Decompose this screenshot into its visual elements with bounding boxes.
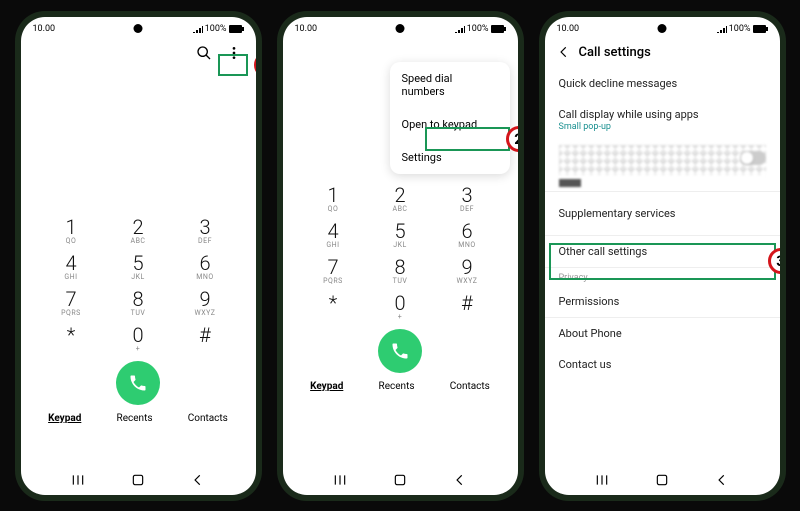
key-4[interactable]: 4GHI — [43, 253, 100, 281]
key-star[interactable]: * — [43, 325, 100, 353]
setting-call-display-label: Call display while using apps — [559, 108, 766, 121]
key-8[interactable]: 8TUV — [110, 289, 167, 317]
battery-text: 100% — [729, 24, 751, 34]
status-time: 10.00 — [33, 24, 56, 34]
page-title: Call settings — [579, 45, 651, 60]
setting-other[interactable]: Other call settings — [545, 236, 780, 267]
nav-back-icon[interactable] — [191, 473, 205, 487]
setting-quick-decline[interactable]: Quick decline messages — [545, 68, 780, 99]
nav-back-icon[interactable] — [715, 473, 729, 487]
battery-icon — [229, 25, 244, 33]
nav-recents-icon[interactable] — [595, 473, 609, 487]
status-icons: 100% — [455, 24, 506, 34]
options-dropdown: Speed dial numbers Open to keypad Settin… — [390, 62, 510, 174]
more-options-icon[interactable] — [226, 45, 242, 61]
key-6[interactable]: 6MNO — [439, 221, 496, 249]
signal-icon — [717, 25, 727, 33]
nav-bar — [21, 467, 256, 495]
setting-about[interactable]: About Phone — [545, 318, 780, 349]
phone-frame-1: 10.00 100% 1QO 2ABC 3DEF 4GHI 5JKL 6MNO … — [15, 11, 262, 501]
key-7[interactable]: 7PQRS — [43, 289, 100, 317]
tab-contacts[interactable]: Contacts — [450, 381, 490, 392]
tab-recents[interactable]: Recents — [379, 381, 415, 392]
redacted-text — [559, 179, 581, 187]
keypad: 1QO 2ABC 3DEF 4GHI 5JKL 6MNO 7PQRS 8TUV … — [21, 207, 256, 353]
status-time: 10.00 — [295, 24, 318, 34]
phone-icon — [390, 341, 410, 361]
nav-bar — [545, 467, 780, 495]
status-bar: 10.00 100% — [283, 17, 518, 37]
phone-frame-3: 10.00 100% Call settings Quick decline m… — [539, 11, 786, 501]
tab-contacts[interactable]: Contacts — [188, 413, 228, 424]
dialer-menu-screen: 10.00 100% Speed dial numbers Open to ke… — [283, 17, 518, 495]
battery-icon — [753, 25, 768, 33]
key-0[interactable]: 0+ — [110, 325, 167, 353]
key-3[interactable]: 3DEF — [439, 185, 496, 213]
toggle-switch[interactable] — [740, 151, 766, 165]
status-bar: 10.00 100% — [21, 17, 256, 37]
setting-permissions[interactable]: Permissions — [545, 286, 780, 317]
menu-speed-dial[interactable]: Speed dial numbers — [390, 62, 510, 108]
key-1[interactable]: 1QO — [305, 185, 362, 213]
key-4[interactable]: 4GHI — [305, 221, 362, 249]
settings-header: Call settings — [545, 37, 780, 68]
key-5[interactable]: 5JKL — [372, 221, 429, 249]
dialer-screen: 10.00 100% 1QO 2ABC 3DEF 4GHI 5JKL 6MNO … — [21, 17, 256, 495]
battery-icon — [491, 25, 506, 33]
keypad: 1QO 2ABC 3DEF 4GHI 5JKL 6MNO 7PQRS 8TUV … — [283, 175, 518, 321]
key-star[interactable]: * — [305, 293, 362, 321]
key-9[interactable]: 9WXYZ — [177, 289, 234, 317]
back-icon[interactable] — [557, 45, 571, 59]
search-icon[interactable] — [196, 45, 212, 61]
setting-call-display-sub: Small pop-up — [559, 122, 766, 132]
battery-text: 100% — [205, 24, 227, 34]
key-2[interactable]: 2ABC — [110, 217, 167, 245]
call-button[interactable] — [116, 361, 160, 405]
phone-frame-2: 10.00 100% Speed dial numbers Open to ke… — [277, 11, 524, 501]
nav-home-icon[interactable] — [131, 473, 145, 487]
call-settings-screen: 10.00 100% Call settings Quick decline m… — [545, 17, 780, 495]
dialer-tabs: Keypad Recents Contacts — [21, 409, 256, 426]
setting-contact[interactable]: Contact us — [545, 349, 780, 380]
setting-call-display[interactable]: Call display while using apps Small pop-… — [545, 99, 780, 141]
nav-home-icon[interactable] — [393, 473, 407, 487]
menu-open-keypad[interactable]: Open to keypad — [390, 108, 510, 141]
key-2[interactable]: 2ABC — [372, 185, 429, 213]
key-3[interactable]: 3DEF — [177, 217, 234, 245]
menu-settings[interactable]: Settings — [390, 141, 510, 174]
tab-keypad[interactable]: Keypad — [310, 381, 343, 392]
redacted-setting — [559, 145, 766, 175]
battery-text: 100% — [467, 24, 489, 34]
dialer-tabs: Keypad Recents Contacts — [283, 377, 518, 394]
key-9[interactable]: 9WXYZ — [439, 257, 496, 285]
signal-icon — [455, 25, 465, 33]
nav-recents-icon[interactable] — [71, 473, 85, 487]
tab-recents[interactable]: Recents — [117, 413, 153, 424]
key-5[interactable]: 5JKL — [110, 253, 167, 281]
tab-keypad[interactable]: Keypad — [48, 413, 81, 424]
phone-icon — [128, 373, 148, 393]
nav-bar — [283, 467, 518, 495]
key-1[interactable]: 1QO — [43, 217, 100, 245]
key-hash[interactable]: # — [439, 293, 496, 321]
status-icons: 100% — [193, 24, 244, 34]
signal-icon — [193, 25, 203, 33]
nav-home-icon[interactable] — [655, 473, 669, 487]
nav-back-icon[interactable] — [453, 473, 467, 487]
key-0[interactable]: 0+ — [372, 293, 429, 321]
section-privacy: Privacy — [545, 268, 780, 286]
setting-supplementary[interactable]: Supplementary services — [545, 192, 780, 235]
key-8[interactable]: 8TUV — [372, 257, 429, 285]
key-6[interactable]: 6MNO — [177, 253, 234, 281]
status-icons: 100% — [717, 24, 768, 34]
status-time: 10.00 — [557, 24, 580, 34]
nav-recents-icon[interactable] — [333, 473, 347, 487]
key-7[interactable]: 7PQRS — [305, 257, 362, 285]
status-bar: 10.00 100% — [545, 17, 780, 37]
call-button[interactable] — [378, 329, 422, 373]
key-hash[interactable]: # — [177, 325, 234, 353]
